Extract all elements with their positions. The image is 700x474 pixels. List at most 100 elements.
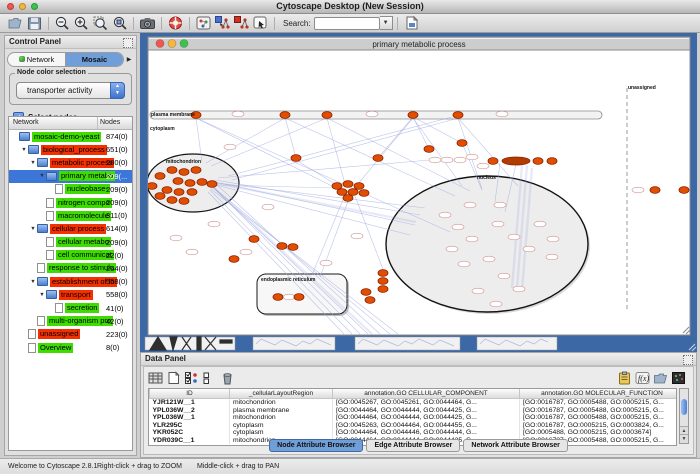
node[interactable] — [147, 183, 157, 190]
help-ring-icon[interactable] — [167, 15, 184, 31]
label-node[interactable] — [452, 224, 464, 230]
node-wide[interactable] — [502, 157, 530, 165]
frame-zoom-icon[interactable] — [180, 40, 188, 48]
attribute-matrix-icon[interactable] — [148, 371, 163, 385]
node[interactable] — [185, 180, 195, 187]
tree-row[interactable]: ▼metabolic process280(0) — [9, 156, 132, 169]
label-node[interactable] — [186, 249, 198, 255]
label-node[interactable] — [513, 286, 525, 292]
node[interactable] — [354, 183, 364, 190]
label-node[interactable] — [466, 154, 478, 160]
apply-layout-icon[interactable] — [214, 15, 231, 31]
node[interactable] — [155, 173, 165, 180]
node[interactable] — [167, 167, 177, 174]
label-node[interactable] — [351, 233, 363, 239]
label-node[interactable] — [547, 236, 559, 242]
node[interactable] — [373, 155, 383, 162]
attribute-row[interactable]: YPL036W__1mitochondrion[GO:0044464, GO:0… — [150, 414, 678, 422]
clipboard-icon[interactable] — [617, 371, 632, 385]
background-window-strip[interactable] — [477, 337, 557, 350]
attribute-batch-icon[interactable] — [671, 371, 686, 385]
frame-minimize-icon[interactable] — [168, 40, 176, 48]
annotation-tool-icon[interactable] — [252, 15, 269, 31]
node[interactable] — [249, 236, 259, 243]
function-builder-icon[interactable]: f(x) — [635, 371, 650, 385]
label-node[interactable] — [464, 202, 476, 208]
node[interactable] — [365, 297, 375, 304]
tab-mosaic[interactable]: Mosaic — [65, 53, 123, 66]
tree-row[interactable]: Overview8(0) — [9, 341, 132, 354]
node[interactable] — [343, 181, 353, 188]
search-combo-arrow[interactable]: ▼ — [380, 16, 393, 30]
label-node[interactable] — [466, 236, 478, 242]
tree-row[interactable]: response to stimulu264(0) — [9, 262, 132, 275]
node[interactable] — [277, 243, 287, 250]
node[interactable] — [343, 195, 353, 202]
create-network-view-icon[interactable] — [195, 15, 212, 31]
node[interactable] — [359, 190, 369, 197]
label-node[interactable] — [170, 235, 182, 241]
label-node[interactable] — [496, 111, 508, 117]
attribute-browser-doc-icon[interactable] — [403, 15, 420, 31]
attribute-row[interactable]: YLR295Ccytoplasm[GO:0045263, GO:0044464,… — [150, 422, 678, 430]
label-node[interactable] — [546, 254, 558, 260]
destroy-network-view-icon[interactable] — [233, 15, 250, 31]
node[interactable] — [378, 278, 388, 285]
attribute-row[interactable]: YJR121W__1mitochondrion[GO:0045267, GO:0… — [150, 399, 678, 407]
label-node[interactable] — [492, 221, 504, 227]
node[interactable] — [650, 187, 660, 194]
node[interactable] — [167, 197, 177, 204]
network-view-area[interactable]: primary metabolic processplasma membrane… — [140, 33, 697, 352]
node[interactable] — [488, 158, 498, 165]
node[interactable] — [191, 167, 201, 174]
node[interactable] — [679, 187, 689, 194]
create-attribute-icon[interactable] — [166, 371, 181, 385]
label-node[interactable] — [262, 204, 274, 210]
tree-row[interactable]: ▼transport558(0) — [9, 288, 132, 301]
tree-row[interactable]: multi-organism pro42(0) — [9, 315, 132, 328]
label-node[interactable] — [224, 144, 236, 150]
tab-edge-attribute-browser[interactable]: Edge Attribute Browser — [366, 439, 460, 452]
node[interactable] — [453, 112, 463, 119]
label-node[interactable] — [439, 212, 451, 218]
tree-row[interactable]: secretion41(0) — [9, 301, 132, 314]
node[interactable] — [288, 244, 298, 251]
zoom-selected-icon[interactable] — [111, 15, 128, 31]
label-node[interactable] — [534, 221, 546, 227]
label-node[interactable] — [320, 260, 332, 266]
tree-row[interactable]: unassigned223(0) — [9, 328, 132, 341]
node[interactable] — [547, 158, 557, 165]
float-panel-icon[interactable] — [683, 355, 693, 365]
label-node[interactable] — [283, 294, 295, 300]
label-node[interactable] — [483, 256, 495, 262]
frame-close-icon[interactable] — [156, 40, 164, 48]
label-node[interactable] — [494, 202, 506, 208]
tree-row[interactable]: ▼biological_process651(0) — [9, 143, 132, 156]
node[interactable] — [179, 169, 189, 176]
node[interactable] — [378, 286, 388, 293]
label-node[interactable] — [446, 246, 458, 252]
snapshot-camera-icon[interactable] — [139, 15, 156, 31]
label-node[interactable] — [498, 273, 510, 279]
node[interactable] — [273, 294, 283, 301]
node[interactable] — [291, 155, 301, 162]
tree-row[interactable]: ▼primary metabo209(... — [9, 170, 132, 183]
tree-row[interactable]: macromolecule311(0) — [9, 209, 132, 222]
label-node[interactable] — [454, 157, 466, 163]
table-scrollbar[interactable]: ▲ ▼ — [679, 388, 689, 444]
zoom-fit-icon[interactable] — [92, 15, 109, 31]
search-input[interactable] — [314, 17, 380, 30]
node[interactable] — [174, 189, 184, 196]
zoom-out-icon[interactable] — [54, 15, 71, 31]
label-node[interactable] — [458, 261, 470, 267]
label-node[interactable] — [632, 187, 644, 193]
label-node[interactable] — [208, 221, 220, 227]
attribute-table[interactable]: ID_cellularLayoutRegionannotation.GO CEL… — [148, 388, 677, 446]
node[interactable] — [162, 187, 172, 194]
node[interactable] — [197, 179, 207, 186]
node[interactable] — [229, 256, 239, 263]
node[interactable] — [155, 193, 165, 200]
unselect-attributes-icon[interactable] — [202, 371, 217, 385]
import-attributes-folder-icon[interactable] — [653, 371, 668, 385]
label-node[interactable] — [523, 246, 535, 252]
